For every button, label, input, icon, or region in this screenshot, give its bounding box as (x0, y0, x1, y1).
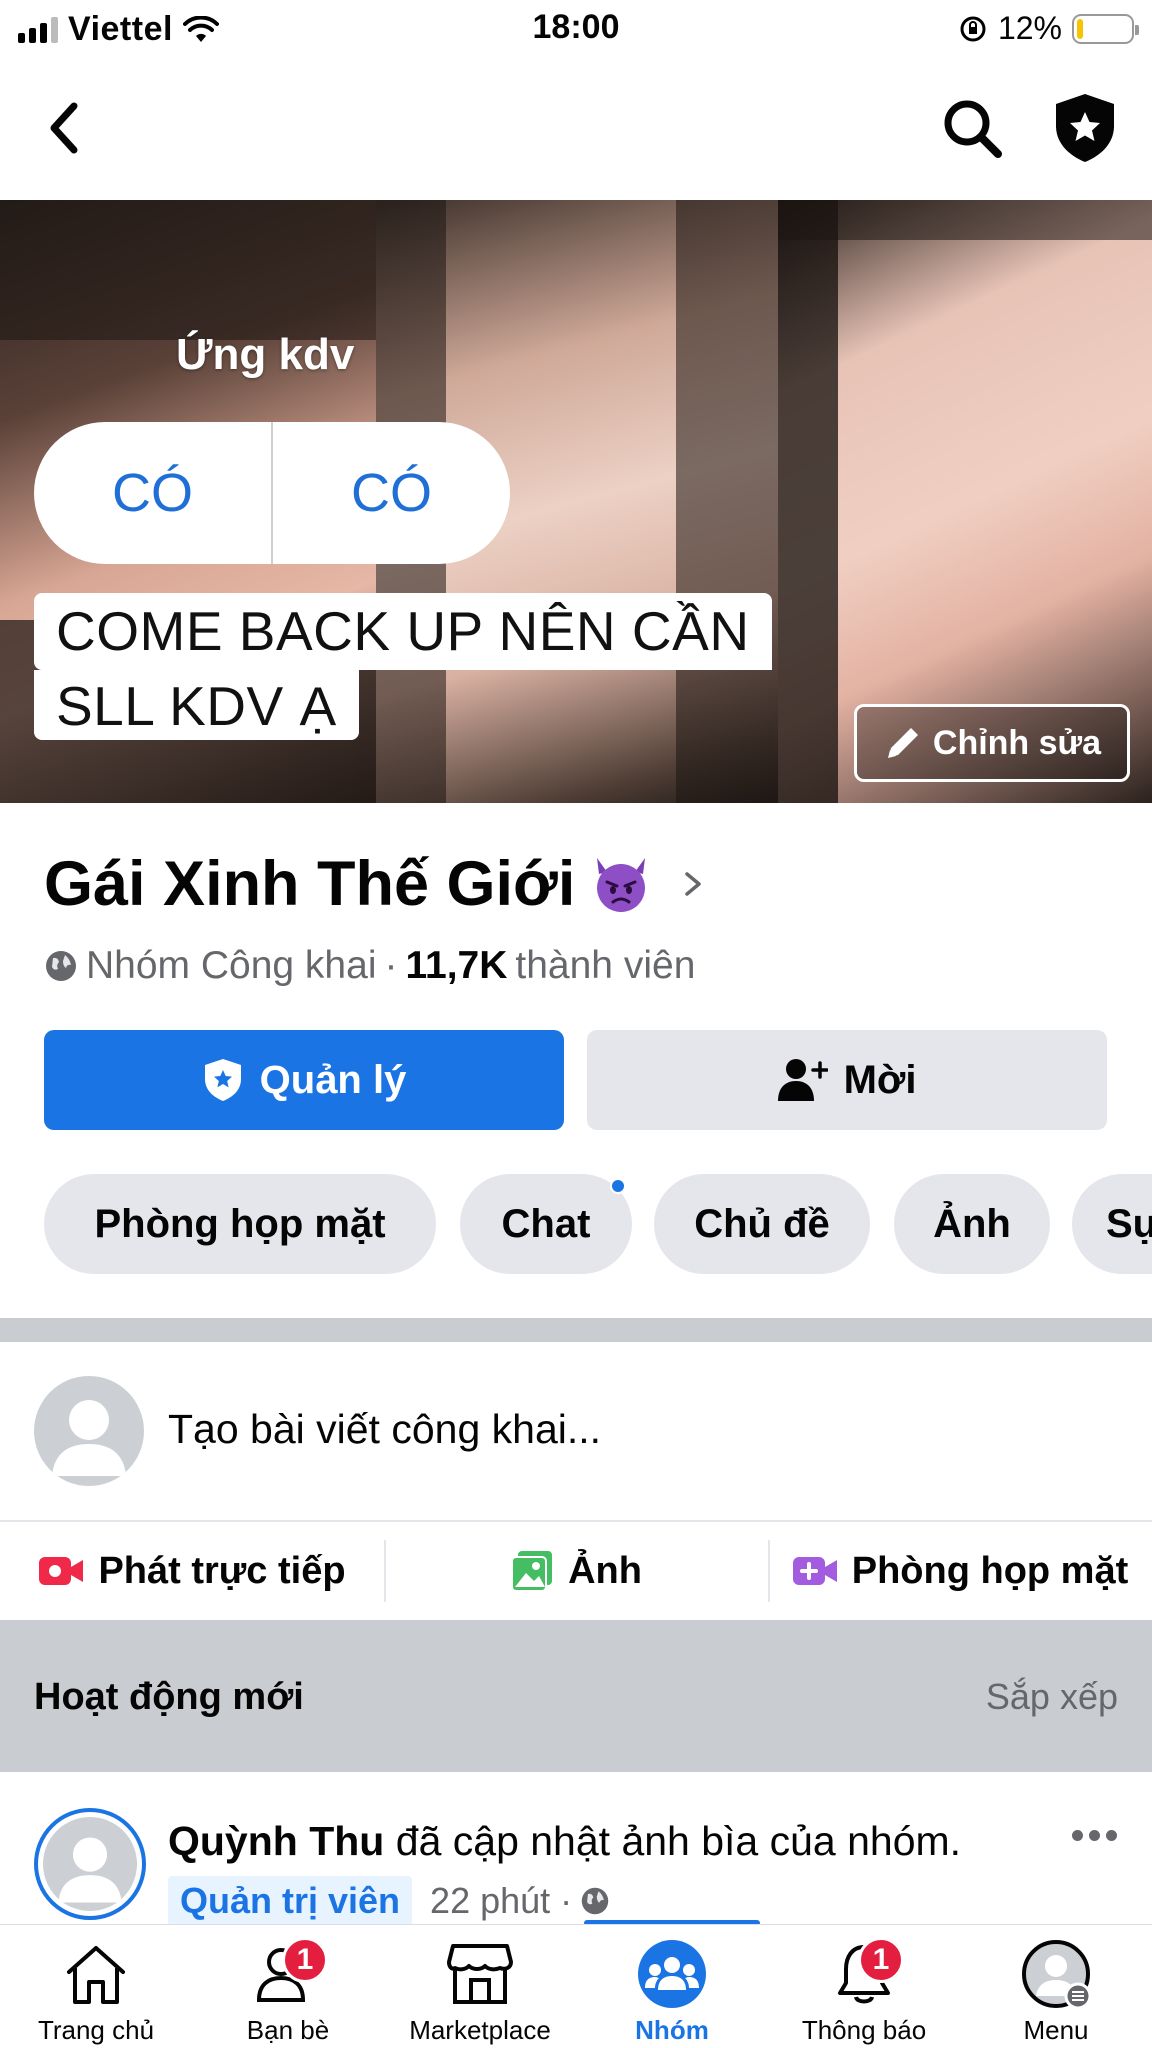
manage-label: Quản lý (259, 1057, 407, 1102)
meeting-room-button[interactable]: Phòng họp mặt (768, 1522, 1152, 1620)
bottom-tab-bar: Trang chủ 1 Bạn bè Marketplace Nhóm 1 Th… (0, 1924, 1152, 2048)
profile-menu-icon (1022, 1940, 1092, 2010)
post-author-avatar[interactable] (34, 1808, 146, 1920)
groups-icon (638, 1940, 706, 2008)
tab-label: Nhóm (635, 2015, 709, 2045)
post-action-text: đã cập nhật ảnh bìa của nhóm. (395, 1818, 962, 1864)
photo-icon (511, 1551, 553, 1592)
default-avatar-icon (52, 1400, 126, 1476)
poll-option-1: CÓ (112, 463, 193, 523)
chip-chat[interactable]: Chat (460, 1174, 632, 1274)
cover-caption-line-2: SLL KDV Ạ (34, 670, 359, 740)
friends-badge: 1 (282, 1937, 328, 1983)
tab-label: Trang chủ (37, 2015, 155, 2045)
unread-dot (610, 1178, 626, 1194)
globe-icon (581, 1887, 609, 1915)
poll-sticker: CÓ CÓ (34, 422, 510, 564)
sort-button[interactable]: Sắp xếp (986, 1676, 1118, 1718)
globe-icon (46, 951, 76, 981)
status-right: 12% (958, 10, 1139, 47)
meta-separator: · (384, 944, 398, 987)
back-chevron-icon[interactable] (40, 98, 90, 158)
avatar[interactable] (34, 1376, 144, 1486)
role-badge: Quản trị viên (168, 1876, 413, 1926)
tab-label: Marketplace (409, 2015, 551, 2045)
angry-devil-emoji-icon (597, 858, 646, 912)
live-label: Phát trực tiếp (98, 1549, 346, 1592)
group-tabs: Phòng họp mặt Chat Chủ đề Ảnh Sự kiện (44, 1174, 1152, 1274)
tab-menu[interactable]: Menu (960, 1925, 1152, 2048)
chip-topics[interactable]: Chủ đề (654, 1174, 870, 1274)
invite-label: Mời (843, 1057, 917, 1102)
admin-shield-star-icon[interactable] (1052, 92, 1118, 164)
search-icon[interactable] (940, 96, 1004, 160)
status-bar: Viettel 18:00 12% (0, 0, 1152, 58)
add-person-icon (777, 1059, 828, 1101)
video-room-icon (792, 1557, 837, 1585)
admin-shield-icon (204, 1059, 241, 1101)
battery-percent: 12% (997, 10, 1062, 46)
chip-events[interactable]: Sự kiện (1072, 1174, 1152, 1274)
live-video-icon (39, 1557, 84, 1585)
tab-home[interactable]: Trang chủ (0, 1925, 192, 2048)
default-avatar-icon (58, 1837, 122, 1903)
home-icon (67, 1946, 125, 2004)
group-meta: Nhóm Công khai · 11,7K thành viên (44, 944, 695, 988)
section-divider (0, 1318, 1152, 1342)
edit-cover-label: Chỉnh sửa (932, 723, 1102, 762)
group-name-text: Gái Xinh Thế Giới (44, 849, 576, 919)
meeting-room-label: Phòng họp mặt (851, 1549, 1129, 1592)
chip-label: Phòng họp mặt (94, 1201, 386, 1246)
tab-marketplace[interactable]: Marketplace (384, 1925, 576, 2048)
tab-label: Thông báo (801, 2015, 927, 2045)
chevron-right-icon (685, 872, 702, 896)
orientation-lock-icon (960, 16, 986, 41)
photo-button[interactable]: Ảnh (384, 1522, 768, 1620)
post-author[interactable]: Quỳnh Thu (168, 1818, 384, 1864)
post-time[interactable]: 22 phút · (430, 1880, 572, 1922)
cover-photo[interactable]: Ứng kdv CÓ CÓ COME BACK UP NÊN CẦN SLL K… (0, 200, 1152, 803)
battery-icon (1072, 13, 1139, 44)
live-video-button[interactable]: Phát trực tiếp (0, 1522, 384, 1620)
photo-label: Ảnh (568, 1549, 642, 1592)
more-options-icon[interactable] (1072, 1820, 1122, 1850)
chip-label: Ảnh (933, 1201, 1011, 1246)
chip-label: Sự kiện (1106, 1201, 1152, 1246)
group-name[interactable]: Gái Xinh Thế Giới (44, 848, 705, 920)
tab-friends[interactable]: 1 Bạn bè (192, 1925, 384, 2048)
feed-title: Hoạt động mới (34, 1676, 304, 1718)
cover-caption-line-1: COME BACK UP NÊN CẦN (34, 593, 772, 670)
post-headline: Quỳnh Thu đã cập nhật ảnh bìa của nhóm. (168, 1818, 961, 1865)
pencil-icon (887, 728, 918, 758)
invite-button[interactable]: Mời (587, 1030, 1107, 1130)
post-meta: Quản trị viên 22 phút · (168, 1876, 610, 1926)
create-post-input[interactable]: Tạo bài viết công khai... (168, 1406, 601, 1453)
feed-header: Hoạt động mới Sắp xếp (0, 1620, 1152, 1772)
nav-bar (0, 58, 1152, 200)
notifications-badge: 1 (858, 1937, 904, 1983)
group-privacy: Nhóm Công khai (86, 944, 377, 987)
chip-photos[interactable]: Ảnh (894, 1174, 1050, 1274)
tab-label: Bạn bè (246, 2015, 330, 2045)
member-label: thành viên (515, 944, 696, 987)
marketplace-icon (447, 1944, 513, 2004)
manage-button[interactable]: Quản lý (44, 1030, 564, 1130)
poll-question: Ứng kdv (176, 330, 355, 379)
edit-cover-button[interactable]: Chỉnh sửa (854, 704, 1130, 782)
chip-label: Chat (501, 1201, 591, 1246)
chip-label: Chủ đề (694, 1201, 830, 1246)
tab-groups[interactable]: Nhóm (576, 1925, 768, 2048)
chip-meeting-room[interactable]: Phòng họp mặt (44, 1174, 436, 1274)
tab-label: Menu (1023, 2015, 1089, 2045)
member-count: 11,7K (405, 944, 508, 987)
poll-option-2: CÓ (351, 463, 432, 523)
tab-notifications[interactable]: 1 Thông báo (768, 1925, 960, 2048)
composer-actions: Phát trực tiếp Ảnh Phòng họp mặt (0, 1522, 1152, 1620)
